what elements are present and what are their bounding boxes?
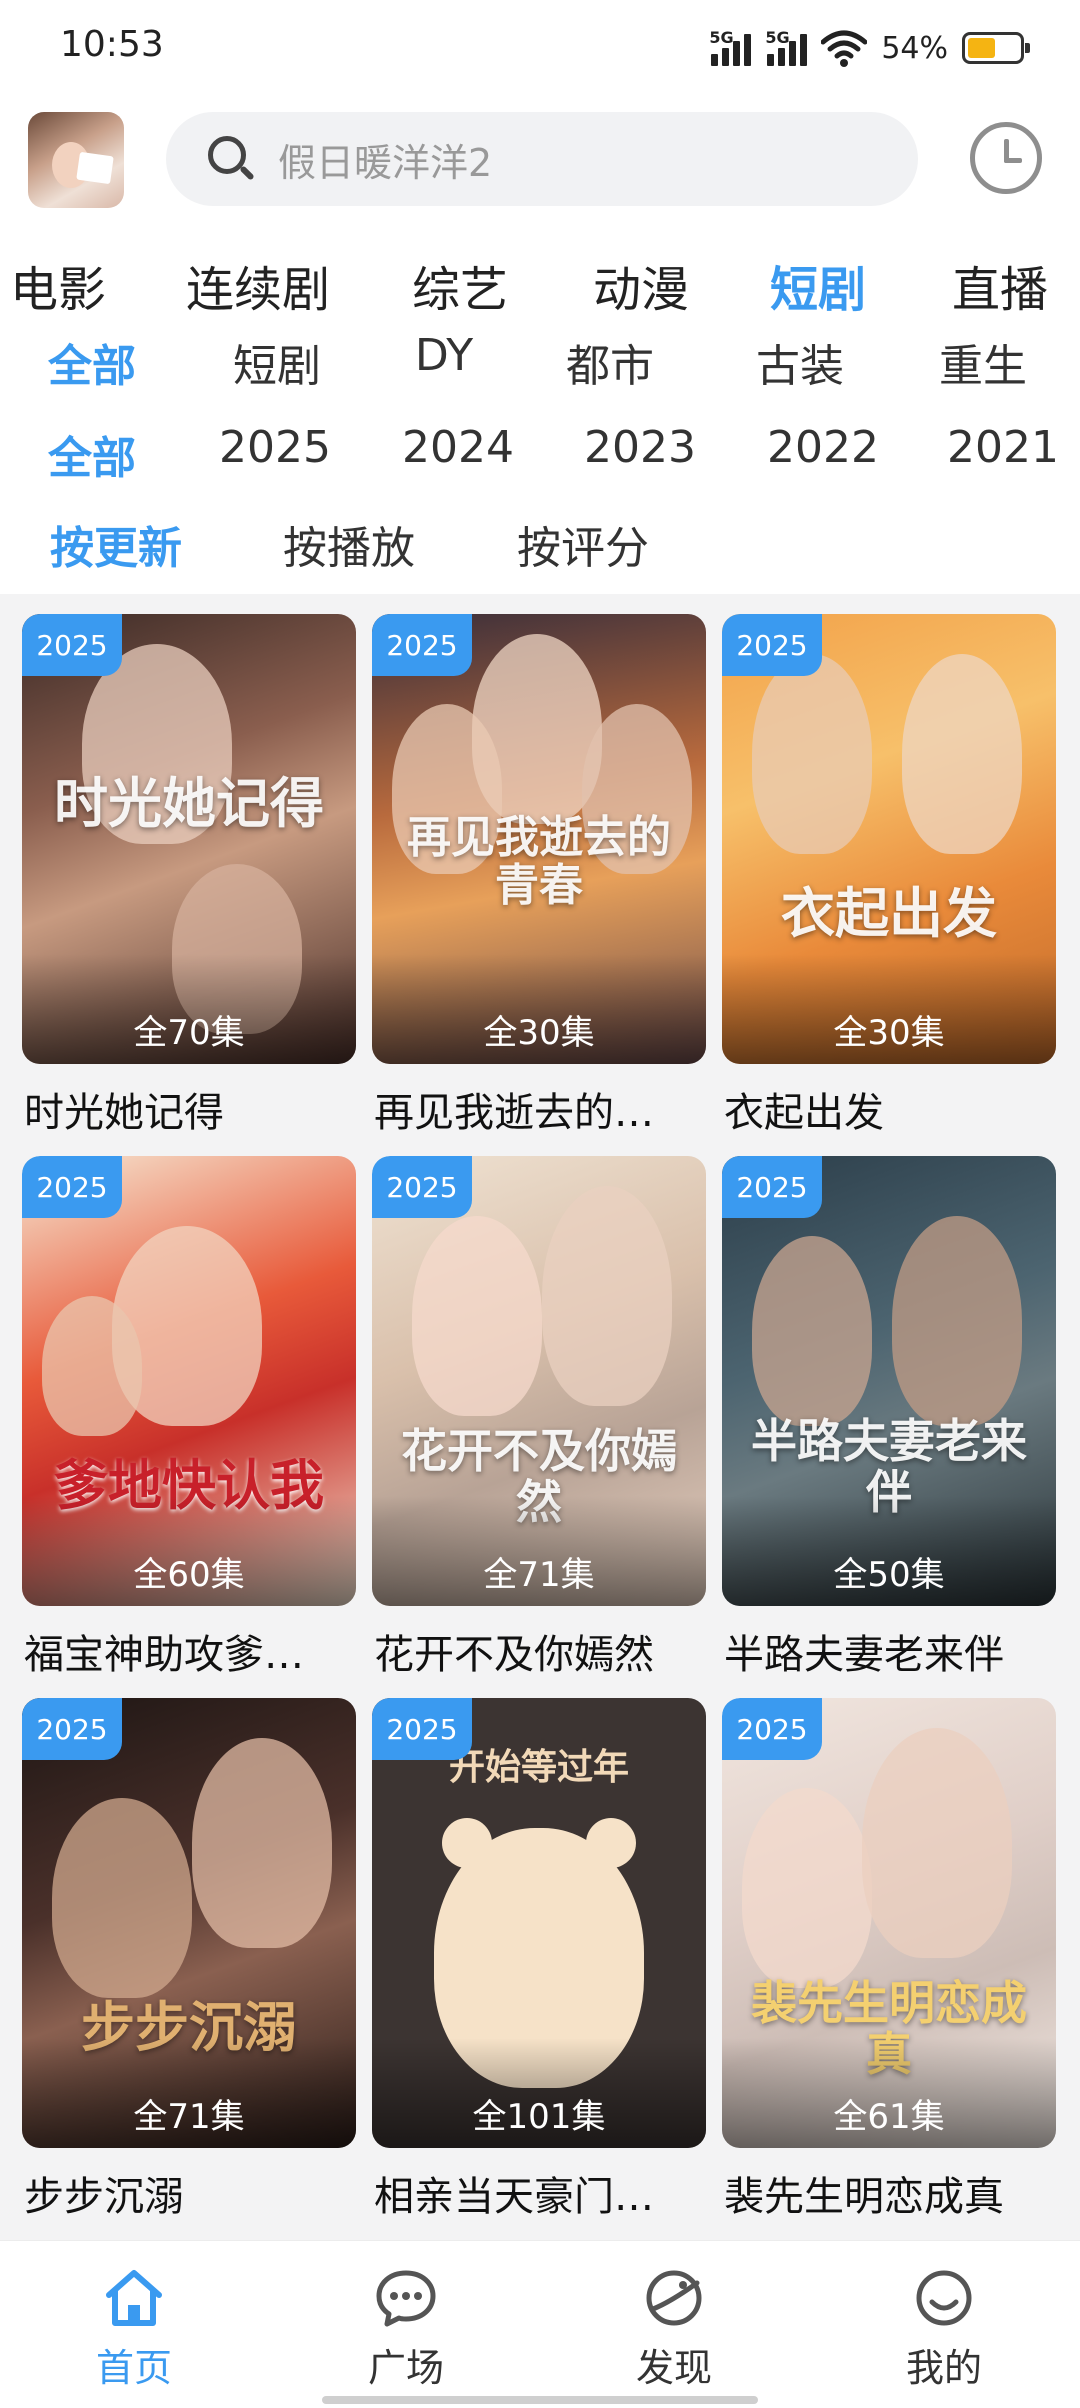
category-tabs: 电影 连续剧 综艺 动漫 短剧 直播 [0, 250, 1080, 318]
poster-image: 半路夫妻老来伴 2025 全50集 [722, 1156, 1056, 1606]
smiley-face-icon [913, 2269, 975, 2327]
poster-image: 衣起出发 2025 全30集 [722, 614, 1056, 1064]
year-badge: 2025 [372, 1698, 472, 1760]
search-icon [206, 134, 256, 184]
year-filter: 全部 2025 2024 2023 2022 2021 [0, 422, 1080, 484]
nav-home[interactable]: 首页 [74, 2269, 194, 2392]
tab-variety[interactable]: 综艺 [412, 250, 508, 320]
episode-count: 全60集 [133, 1555, 245, 1595]
episode-count: 全30集 [833, 1013, 945, 1053]
year-badge: 2025 [22, 1698, 122, 1760]
bottom-nav: 首页 广场 发现 我的 [0, 2240, 1080, 2408]
wifi-icon [821, 30, 868, 67]
year-2025[interactable]: 2025 [219, 422, 331, 473]
poster-image: 时光她记得 2025 全70集 [22, 614, 356, 1064]
poster-image: 花开不及你嫣然 2025 全71集 [372, 1156, 706, 1606]
genre-filter: 全部 短剧 DY 都市 古装 重生 [0, 330, 1080, 392]
episode-count: 全71集 [133, 2097, 245, 2137]
year-badge: 2025 [22, 614, 122, 676]
year-badge: 2025 [372, 1156, 472, 1218]
drama-title: 裴先生明恋成真 [724, 2174, 1004, 2220]
sort-by-update[interactable]: 按更新 [50, 512, 182, 576]
status-indicators: 5G 5G 54% [709, 26, 1030, 70]
sort-by-rating[interactable]: 按评分 [517, 512, 649, 576]
genre-dy[interactable]: DY [415, 330, 473, 381]
year-2022[interactable]: 2022 [767, 422, 879, 473]
tab-series[interactable]: 连续剧 [186, 250, 330, 320]
year-badge: 2025 [22, 1156, 122, 1218]
drama-title: 福宝神助攻爹… [24, 1632, 304, 1678]
home-icon [103, 2269, 165, 2327]
genre-urban[interactable]: 都市 [566, 330, 654, 394]
episode-count: 全70集 [133, 1013, 245, 1053]
planet-icon [643, 2269, 705, 2327]
year-2023[interactable]: 2023 [584, 422, 696, 473]
episode-count: 全101集 [472, 2097, 606, 2137]
year-badge: 2025 [722, 614, 822, 676]
episode-count: 全50集 [833, 1555, 945, 1595]
search-placeholder: 假日暖洋洋2 [278, 140, 493, 185]
episode-count: 全61集 [833, 2097, 945, 2137]
nav-square-label: 广场 [367, 2346, 444, 2390]
cellular-signal-icon: 5G [709, 28, 752, 66]
year-badge: 2025 [372, 614, 472, 676]
genre-all[interactable]: 全部 [48, 330, 136, 394]
tab-movie[interactable]: 电影 [10, 250, 106, 320]
sort-by-plays[interactable]: 按播放 [283, 512, 415, 576]
tab-short-drama[interactable]: 短剧 [770, 250, 866, 320]
chat-bubble-icon [375, 2269, 437, 2327]
tab-anime[interactable]: 动漫 [593, 250, 689, 320]
year-badge: 2025 [722, 1698, 822, 1760]
drama-title: 花开不及你嫣然 [374, 1632, 654, 1678]
status-bar: 10:53 5G 5G 54% [0, 0, 1080, 100]
poster-image: 开始等过年 2025 全101集 [372, 1698, 706, 2148]
battery-percent: 54% [881, 30, 948, 66]
nav-me[interactable]: 我的 [884, 2269, 1004, 2392]
poster-image: 裴先生明恋成真 2025 全61集 [722, 1698, 1056, 2148]
drama-title: 衣起出发 [724, 1090, 884, 1136]
nav-discover[interactable]: 发现 [614, 2269, 734, 2392]
drama-title: 步步沉溺 [24, 2174, 184, 2220]
year-badge: 2025 [722, 1156, 822, 1218]
search-bar[interactable]: 假日暖洋洋2 [166, 112, 918, 206]
year-2024[interactable]: 2024 [402, 422, 514, 473]
drama-title: 相亲当天豪门… [374, 2174, 654, 2220]
drama-title: 半路夫妻老来伴 [724, 1632, 1004, 1678]
poster-image: 爹地快认我 2025 全60集 [22, 1156, 356, 1606]
home-indicator [322, 2396, 758, 2404]
sort-filter: 按更新 按播放 按评分 [0, 512, 1080, 574]
genre-rebirth[interactable]: 重生 [939, 330, 1027, 394]
nav-me-label: 我的 [905, 2346, 982, 2390]
history-clock-icon[interactable] [970, 122, 1042, 194]
nav-home-label: 首页 [95, 2346, 172, 2390]
tab-live[interactable]: 直播 [952, 250, 1048, 320]
year-all[interactable]: 全部 [48, 422, 136, 486]
drama-title: 时光她记得 [24, 1090, 224, 1136]
episode-count: 全30集 [483, 1013, 595, 1053]
battery-icon [962, 32, 1030, 64]
episode-count: 全71集 [483, 1555, 595, 1595]
user-avatar[interactable] [28, 112, 124, 208]
status-time: 10:53 [60, 24, 164, 65]
drama-title: 再见我逝去的… [374, 1090, 654, 1136]
nav-square[interactable]: 广场 [346, 2269, 466, 2392]
cellular-signal-icon-2: 5G [765, 28, 808, 66]
year-2021[interactable]: 2021 [947, 422, 1059, 473]
genre-costume[interactable]: 古装 [756, 330, 844, 394]
nav-discover-label: 发现 [635, 2346, 712, 2390]
genre-short-drama[interactable]: 短剧 [233, 330, 321, 394]
poster-image: 步步沉溺 2025 全71集 [22, 1698, 356, 2148]
poster-image: 再见我逝去的青春 2025 全30集 [372, 614, 706, 1064]
